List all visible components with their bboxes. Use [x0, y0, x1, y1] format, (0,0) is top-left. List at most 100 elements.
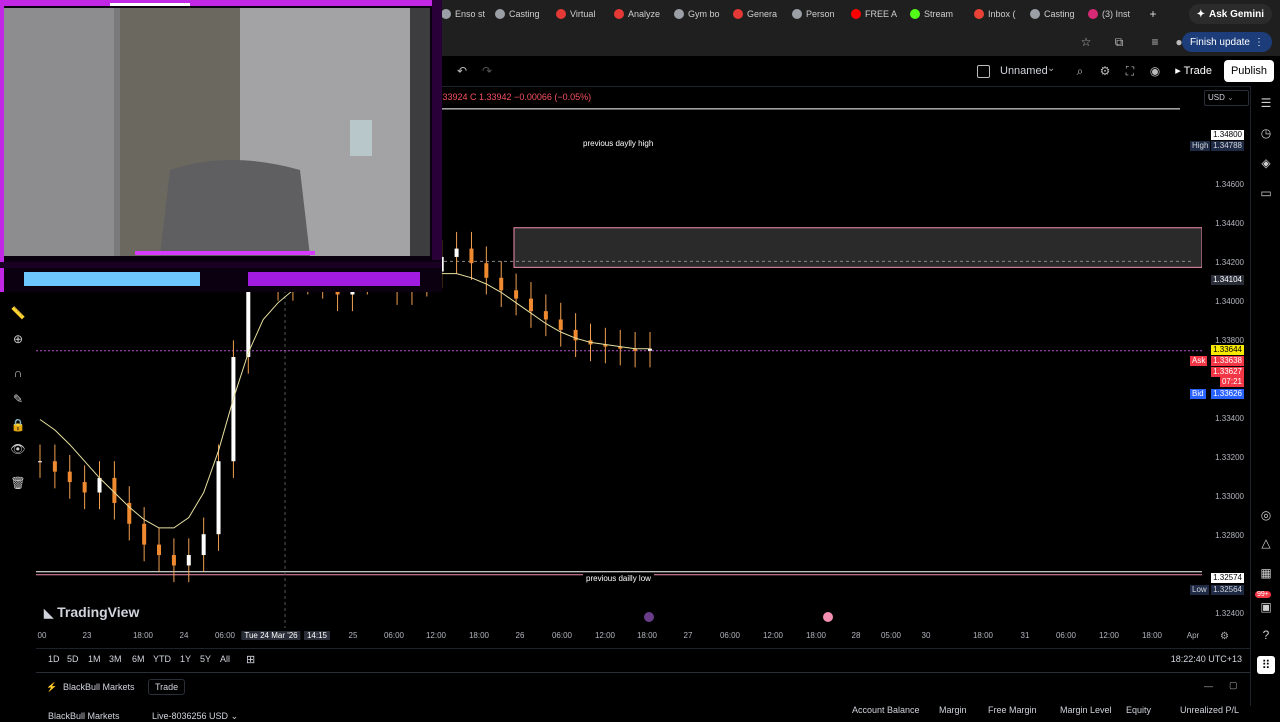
range-button-5y[interactable]: 5Y: [200, 654, 211, 664]
browser-tab[interactable]: FREE A: [851, 4, 903, 24]
prev-high-label[interactable]: previous daylly high: [580, 139, 657, 148]
price-tick-label: 1.33800: [1215, 336, 1244, 345]
right-rail: ☰ ◷ ◈ ▭ ◎ △ ▦ 99+ ▣ ? ⠿: [1250, 86, 1280, 706]
browser-tab[interactable]: Casting: [1030, 4, 1082, 24]
time-tick-label: 30: [921, 631, 931, 640]
range-button-1m[interactable]: 1M: [88, 654, 101, 664]
camera-snapshot-icon[interactable]: ◉: [1146, 62, 1164, 80]
ruler-icon[interactable]: 📏: [9, 304, 27, 322]
browser-tab[interactable]: Enso st: [441, 4, 493, 24]
bookmark-star-icon[interactable]: ☆: [1077, 33, 1095, 51]
chevron-down-icon[interactable]: ⌄: [1047, 63, 1055, 74]
browser-tab[interactable]: Casting: [495, 4, 547, 24]
trade-button[interactable]: ▸ Trade: [1169, 60, 1218, 82]
utc-clock[interactable]: 18:22:40 UTC+13: [1171, 654, 1242, 664]
maximize-icon[interactable]: ▢: [1229, 680, 1238, 691]
prev-low-label[interactable]: previous dailly low: [583, 574, 654, 583]
minimize-icon[interactable]: —: [1204, 681, 1213, 691]
finish-update-button[interactable]: Finish update ⋮: [1181, 32, 1272, 52]
eye-icon[interactable]: 👁: [9, 440, 27, 458]
candle-body: [201, 534, 206, 556]
ask-gemini-button[interactable]: ✦ Ask Gemini: [1188, 4, 1272, 24]
layout-name[interactable]: Unnamed: [1000, 65, 1048, 77]
candle-body: [558, 319, 563, 330]
range-button-1d[interactable]: 1D: [48, 654, 60, 664]
pencil-lock-icon[interactable]: ✎: [9, 390, 27, 408]
browser-tab[interactable]: Analyze: [614, 4, 666, 24]
notifications-icon[interactable]: ▣: [1257, 598, 1275, 616]
tv-logo-icon: ◣: [44, 606, 54, 620]
broker-name[interactable]: BlackBull Markets: [63, 682, 135, 692]
browser-tab[interactable]: Gym bo: [674, 4, 726, 24]
time-axis[interactable]: 00 23 18:00 24 06:00 Tue 24 Mar '26 14:15 25 06:…: [36, 628, 1202, 644]
range-button-5d[interactable]: 5D: [67, 654, 79, 664]
cast-icon[interactable]: ⧉: [1110, 33, 1128, 51]
current-price-box: 1.33627: [1211, 367, 1244, 377]
prev-low-price-box: 1.32574: [1211, 573, 1244, 583]
range-button-1y[interactable]: 1Y: [180, 654, 191, 664]
new-tab-button[interactable]: +: [1144, 5, 1162, 23]
price-tick-label: 1.34400: [1215, 219, 1244, 228]
publish-button[interactable]: Publish: [1224, 60, 1274, 82]
lock-icon[interactable]: 🔒: [9, 416, 27, 434]
browser-tab[interactable]: Genera: [733, 4, 785, 24]
triangle-icon[interactable]: △: [1257, 534, 1275, 552]
tab-favicon-icon: [495, 9, 505, 19]
help-icon[interactable]: ?: [1257, 626, 1275, 644]
event-marker-icon[interactable]: [644, 612, 654, 622]
alerts-clock-icon[interactable]: ◷: [1257, 124, 1275, 142]
time-tick-label: 18:00: [132, 631, 154, 640]
last-price-box: 1.33644: [1211, 345, 1244, 355]
browser-tab[interactable]: Virtual: [556, 4, 608, 24]
account-column-header: Equity: [1126, 705, 1152, 715]
date-range-calendar-icon[interactable]: ⊞: [246, 653, 255, 666]
currency-select[interactable]: USD ⌄: [1204, 90, 1249, 106]
prev-high-price-box: 1.34800: [1211, 130, 1244, 140]
calendar-icon[interactable]: ▦: [1257, 564, 1275, 582]
tab-label: Virtual: [570, 9, 596, 19]
time-tick-label: 06:00: [551, 631, 573, 640]
settings-gear-icon[interactable]: ⚙: [1096, 62, 1114, 80]
time-settings-icon[interactable]: ⚙: [1220, 631, 1229, 642]
high-tag: High: [1190, 141, 1211, 151]
time-tick-label: 06:00: [214, 631, 236, 640]
quick-search-icon[interactable]: ⌕: [1071, 62, 1089, 80]
redo-icon[interactable]: ↷: [478, 62, 496, 80]
chat-icon[interactable]: ▭: [1257, 184, 1275, 202]
candle-body: [171, 555, 176, 566]
layers-icon[interactable]: ◈: [1257, 154, 1275, 172]
event-marker-icon[interactable]: [823, 612, 833, 622]
price-tick-label: 1.34000: [1215, 297, 1244, 306]
tab-favicon-icon: [974, 9, 984, 19]
price-axis[interactable]: USD ⌄ 1.34800 High 1.34788 1.34104 1.336…: [1190, 86, 1249, 646]
moving-average-line: [39, 271, 650, 529]
browser-tab[interactable]: Inbox (: [974, 4, 1026, 24]
browser-tab[interactable]: Stream: [910, 4, 962, 24]
apps-grid-icon[interactable]: ⠿: [1257, 656, 1275, 674]
target-icon[interactable]: ◎: [1257, 506, 1275, 524]
trash-icon[interactable]: 🗑: [9, 474, 27, 492]
media-controls-icon[interactable]: ≡: [1146, 33, 1164, 51]
trade-tab[interactable]: Trade: [148, 679, 186, 695]
layout-icon[interactable]: [977, 65, 990, 78]
browser-tab[interactable]: (3) Inst: [1088, 4, 1140, 24]
ask-price-box: 1.33638: [1211, 356, 1244, 366]
range-button-ytd[interactable]: YTD: [153, 654, 171, 664]
fullscreen-icon[interactable]: ⛶: [1121, 62, 1139, 80]
time-tick-label: Tue 24 Mar '26: [241, 631, 301, 640]
range-button-6m[interactable]: 6M: [132, 654, 145, 664]
browser-tab[interactable]: Person: [792, 4, 844, 24]
magnet-icon[interactable]: ∩: [9, 364, 27, 382]
watermark-text: TradingView: [57, 604, 140, 620]
tab-label: Casting: [509, 9, 540, 19]
crosshair-price-box: 1.34104: [1211, 275, 1244, 285]
zoom-in-icon[interactable]: ⊕: [9, 330, 27, 348]
watchlist-icon[interactable]: ☰: [1257, 94, 1275, 112]
range-button-all[interactable]: All: [220, 654, 230, 664]
range-button-3m[interactable]: 3M: [109, 654, 122, 664]
time-tick-label: 05:00: [880, 631, 902, 640]
account-live-id[interactable]: Live-8036256 USD ⌄: [152, 711, 238, 722]
price-tick-label: 1.34200: [1215, 258, 1244, 267]
time-tick-label: 06:00: [719, 631, 741, 640]
undo-icon[interactable]: ↶: [453, 62, 471, 80]
